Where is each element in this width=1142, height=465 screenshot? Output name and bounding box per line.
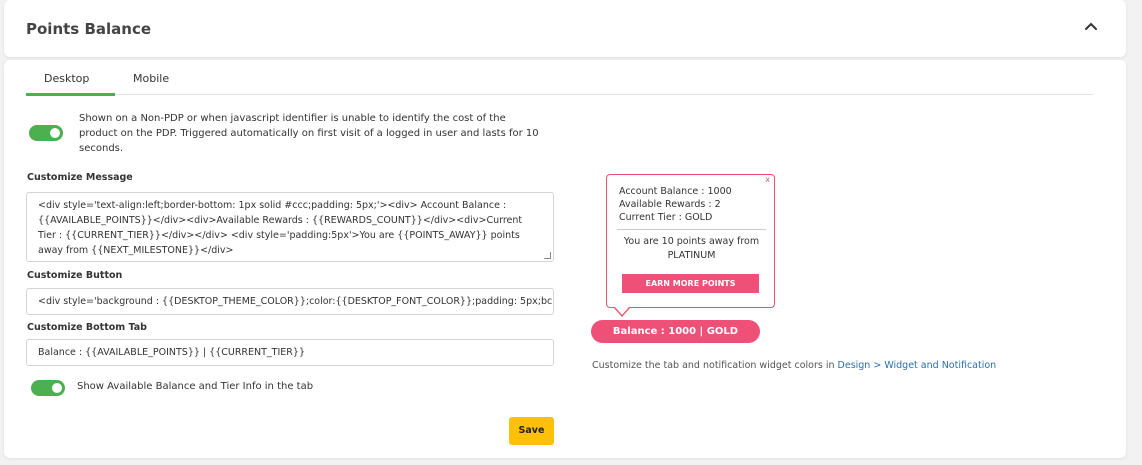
preview-divider	[617, 229, 766, 230]
preview-account-balance: Account Balance : 1000	[619, 186, 732, 197]
points-balance-header: Points Balance	[4, 0, 1126, 57]
customize-message-textarea[interactable]: <div style='text-align:left;border-botto…	[26, 192, 554, 262]
preview-pointer-inner	[615, 307, 629, 315]
device-tabs: Desktop Mobile	[26, 65, 1093, 96]
show-info-toggle-label: Show Available Balance and Tier Info in …	[77, 381, 314, 392]
chevron-up-icon[interactable]	[1082, 18, 1100, 36]
save-button[interactable]: Save	[509, 417, 554, 445]
customize-message-label: Customize Message	[27, 172, 133, 183]
toggle-knob	[50, 128, 60, 138]
design-widget-link[interactable]: Design > Widget and Notification	[838, 360, 997, 371]
show-info-toggle[interactable]	[31, 380, 65, 396]
resize-handle[interactable]	[544, 252, 551, 259]
section-title: Points Balance	[26, 20, 152, 38]
preview-points-away: You are 10 points away from PLATINUM	[623, 236, 760, 261]
display-toggle[interactable]	[29, 125, 63, 141]
customize-button-input[interactable]: <div style='background : {{DESKTOP_THEME…	[26, 288, 554, 315]
active-tab-indicator	[26, 93, 115, 96]
customize-note: Customize the tab and notification widge…	[592, 360, 996, 371]
customize-note-text: Customize the tab and notification widge…	[592, 360, 838, 371]
balance-tab-preview[interactable]: Balance : 1000 | GOLD	[591, 320, 760, 343]
toggle-knob	[52, 383, 62, 393]
customize-bottom-tab-label: Customize Bottom Tab	[27, 322, 147, 333]
notification-preview: x Account Balance : 1000 Available Rewar…	[606, 174, 775, 308]
tab-desktop[interactable]: Desktop	[44, 72, 89, 85]
points-balance-settings: Desktop Mobile Shown on a Non-PDP or whe…	[4, 60, 1126, 458]
display-toggle-description: Shown on a Non-PDP or when javascript id…	[79, 113, 539, 154]
customize-button-label: Customize Button	[27, 270, 123, 281]
preview-current-tier: Current Tier : GOLD	[619, 212, 713, 223]
customize-bottom-tab-input[interactable]: Balance : {{AVAILABLE_POINTS}} | {{CURRE…	[26, 339, 554, 366]
customize-message-value: <div style='text-align:left;border-botto…	[38, 200, 523, 256]
earn-more-points-button[interactable]: EARN MORE POINTS	[622, 274, 759, 293]
close-icon[interactable]: x	[765, 175, 770, 184]
tab-mobile[interactable]: Mobile	[133, 72, 169, 85]
preview-available-rewards: Available Rewards : 2	[619, 199, 721, 210]
